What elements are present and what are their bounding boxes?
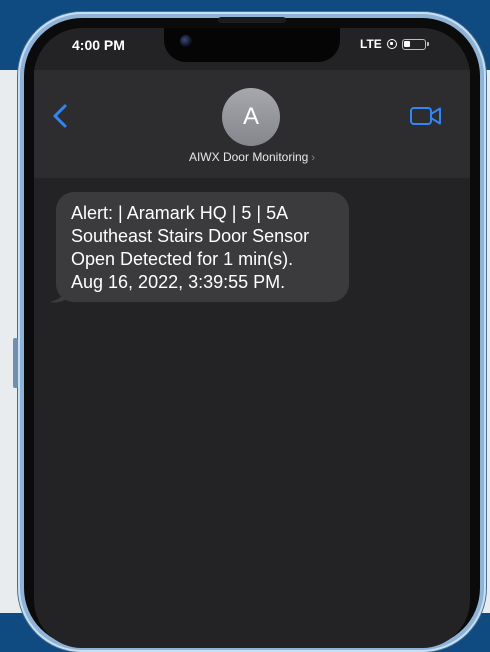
message-line: Aug 16, 2022, 3:39:55 PM. (71, 272, 286, 292)
speaker-grille (218, 17, 286, 23)
video-camera-icon[interactable] (409, 105, 443, 127)
status-time: 4:00 PM (72, 37, 125, 53)
message-bubble[interactable]: Alert: | Aramark HQ | 5 | 5A Southeast S… (56, 192, 349, 302)
contact-name: AIWX Door Monitoring (188, 150, 309, 164)
message-line: Southeast Stairs Door Sensor (71, 226, 310, 246)
status-indicators: LTE (360, 37, 429, 51)
contact-name-row[interactable]: AIWX Door Monitoring › (150, 150, 354, 164)
message-line: Open Detected for 1 min(s). (71, 249, 294, 269)
avatar-initial: A (242, 103, 259, 130)
network-type: LTE (360, 37, 382, 51)
contact-avatar[interactable]: A (222, 88, 280, 146)
chevron-left-icon[interactable] (51, 104, 71, 128)
front-camera (180, 35, 192, 47)
chevron-right-icon: › (311, 152, 316, 164)
orientation-lock-icon (386, 39, 397, 49)
side-button (13, 338, 18, 388)
battery-icon (401, 38, 429, 50)
message-line: Alert: | Aramark HQ | 5 | 5A (71, 203, 289, 223)
